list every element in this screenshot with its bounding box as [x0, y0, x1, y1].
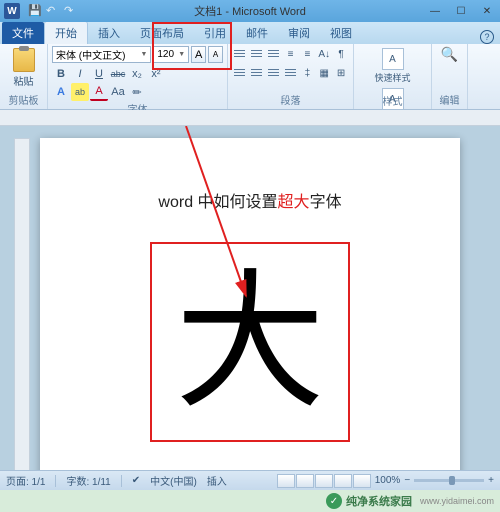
font-size-select[interactable]: 120▼ — [153, 46, 189, 63]
styles-icon: A — [382, 48, 404, 70]
zoom-in-button[interactable]: + — [488, 475, 494, 486]
shrink-font-button[interactable]: A — [208, 46, 223, 63]
superscript-button[interactable]: x² — [147, 65, 165, 83]
window-title: 文档1 - Microsoft Word — [194, 3, 306, 19]
find-icon[interactable]: 🔍 — [441, 46, 458, 63]
document-page[interactable]: word 中如何设置超大字体 大 — [40, 138, 460, 486]
web-view[interactable] — [315, 474, 333, 488]
zoom-level[interactable]: 100% — [375, 475, 401, 486]
show-marks-button[interactable]: ¶ — [333, 46, 349, 63]
fullscreen-view[interactable] — [296, 474, 314, 488]
ribbon-tabs: 文件 开始 插入 页面布局 引用 邮件 审阅 视图 ? — [0, 22, 500, 44]
minimize-button[interactable]: — — [422, 3, 448, 19]
subscript-button[interactable]: x₂ — [128, 65, 146, 83]
ribbon: 粘贴 剪贴板 宋体 (中文正文)▼ 120▼ A A B I U abc x₂ … — [0, 44, 500, 110]
change-case-button[interactable]: Aa — [109, 83, 127, 101]
watermark: ✓ 纯净系统家园 www.yidaimei.com — [0, 490, 500, 512]
watermark-url: www.yidaimei.com — [420, 496, 494, 506]
zoom-out-button[interactable]: − — [404, 475, 410, 486]
spellcheck-icon[interactable]: ✔ — [132, 475, 140, 486]
justify-button[interactable] — [283, 65, 299, 82]
multilevel-button[interactable] — [266, 46, 282, 63]
paste-button[interactable]: 粘贴 — [4, 46, 43, 88]
tab-home[interactable]: 开始 — [44, 21, 88, 44]
maximize-button[interactable]: ☐ — [448, 3, 474, 19]
italic-button[interactable]: I — [71, 65, 89, 83]
chevron-down-icon: ▼ — [140, 51, 147, 58]
titlebar: W 💾 ↶ ↷ 文档1 - Microsoft Word — ☐ ✕ — [0, 0, 500, 22]
increase-indent-button[interactable]: ≡ — [299, 46, 315, 63]
qat-redo-icon[interactable]: ↷ — [64, 4, 78, 18]
group-font: 宋体 (中文正文)▼ 120▼ A A B I U abc x₂ x² A ab… — [48, 44, 228, 109]
status-bar: 页面: 1/1 字数: 1/11 ✔ 中文(中国) 插入 100% − + — [0, 470, 500, 490]
align-right-button[interactable] — [266, 65, 282, 82]
sort-button[interactable]: A↓ — [316, 46, 332, 63]
decrease-indent-button[interactable]: ≡ — [283, 46, 299, 63]
status-language[interactable]: 中文(中国) — [150, 473, 197, 488]
group-editing: 🔍 编辑 — [432, 44, 468, 109]
grow-font-button[interactable]: A — [191, 46, 206, 63]
status-words[interactable]: 字数: 1/11 — [66, 473, 110, 488]
bold-button[interactable]: B — [52, 65, 70, 83]
font-name-select[interactable]: 宋体 (中文正文)▼ — [52, 46, 151, 63]
highlight-button[interactable]: ab — [71, 83, 89, 101]
status-page[interactable]: 页面: 1/1 — [6, 473, 45, 488]
view-buttons — [277, 474, 371, 488]
tab-view[interactable]: 视图 — [320, 22, 362, 44]
watermark-logo-icon: ✓ — [326, 493, 342, 509]
align-left-button[interactable] — [232, 65, 248, 82]
draft-view[interactable] — [353, 474, 371, 488]
big-character-box: 大 — [150, 242, 350, 442]
tab-file[interactable]: 文件 — [2, 22, 44, 44]
group-paragraph: ≡ ≡ A↓ ¶ ‡ ▦ ⊞ 段落 — [228, 44, 354, 109]
help-icon[interactable]: ? — [480, 30, 494, 44]
line-spacing-button[interactable]: ‡ — [299, 65, 315, 82]
borders-button[interactable]: ⊞ — [333, 65, 349, 82]
qat-undo-icon[interactable]: ↶ — [46, 4, 60, 18]
tab-mailings[interactable]: 邮件 — [236, 22, 278, 44]
document-heading: word 中如何设置超大字体 — [80, 188, 420, 212]
print-layout-view[interactable] — [277, 474, 295, 488]
numbering-button[interactable] — [249, 46, 265, 63]
watermark-name: 纯净系统家园 — [346, 493, 412, 509]
tab-review[interactable]: 审阅 — [278, 22, 320, 44]
vertical-ruler[interactable] — [14, 138, 30, 478]
zoom-slider[interactable] — [414, 479, 484, 482]
quick-styles-button[interactable]: A 快速样式 — [358, 46, 427, 86]
underline-button[interactable]: U — [90, 65, 108, 83]
tab-page-layout[interactable]: 页面布局 — [130, 22, 194, 44]
close-button[interactable]: ✕ — [474, 3, 500, 19]
bullets-button[interactable] — [232, 46, 248, 63]
align-center-button[interactable] — [249, 65, 265, 82]
strike-button[interactable]: abc — [109, 65, 127, 83]
horizontal-ruler[interactable] — [0, 110, 500, 126]
tab-references[interactable]: 引用 — [194, 22, 236, 44]
chevron-down-icon: ▼ — [178, 51, 185, 58]
clear-format-button[interactable]: ✏ — [128, 83, 146, 101]
status-insert-mode[interactable]: 插入 — [207, 473, 227, 488]
group-clipboard: 粘贴 剪贴板 — [0, 44, 48, 109]
document-area: word 中如何设置超大字体 大 — [0, 126, 500, 486]
text-effects-button[interactable]: A — [52, 83, 70, 101]
font-color-button[interactable]: A — [90, 83, 108, 101]
outline-view[interactable] — [334, 474, 352, 488]
shading-button[interactable]: ▦ — [316, 65, 332, 82]
word-app-icon: W — [4, 3, 20, 19]
clipboard-icon — [13, 48, 35, 72]
group-styles: A 快速样式 A 更改样式 样式 — [354, 44, 432, 109]
tab-insert[interactable]: 插入 — [88, 22, 130, 44]
quick-access-toolbar: 💾 ↶ ↷ — [28, 4, 78, 18]
qat-save-icon[interactable]: 💾 — [28, 4, 42, 18]
